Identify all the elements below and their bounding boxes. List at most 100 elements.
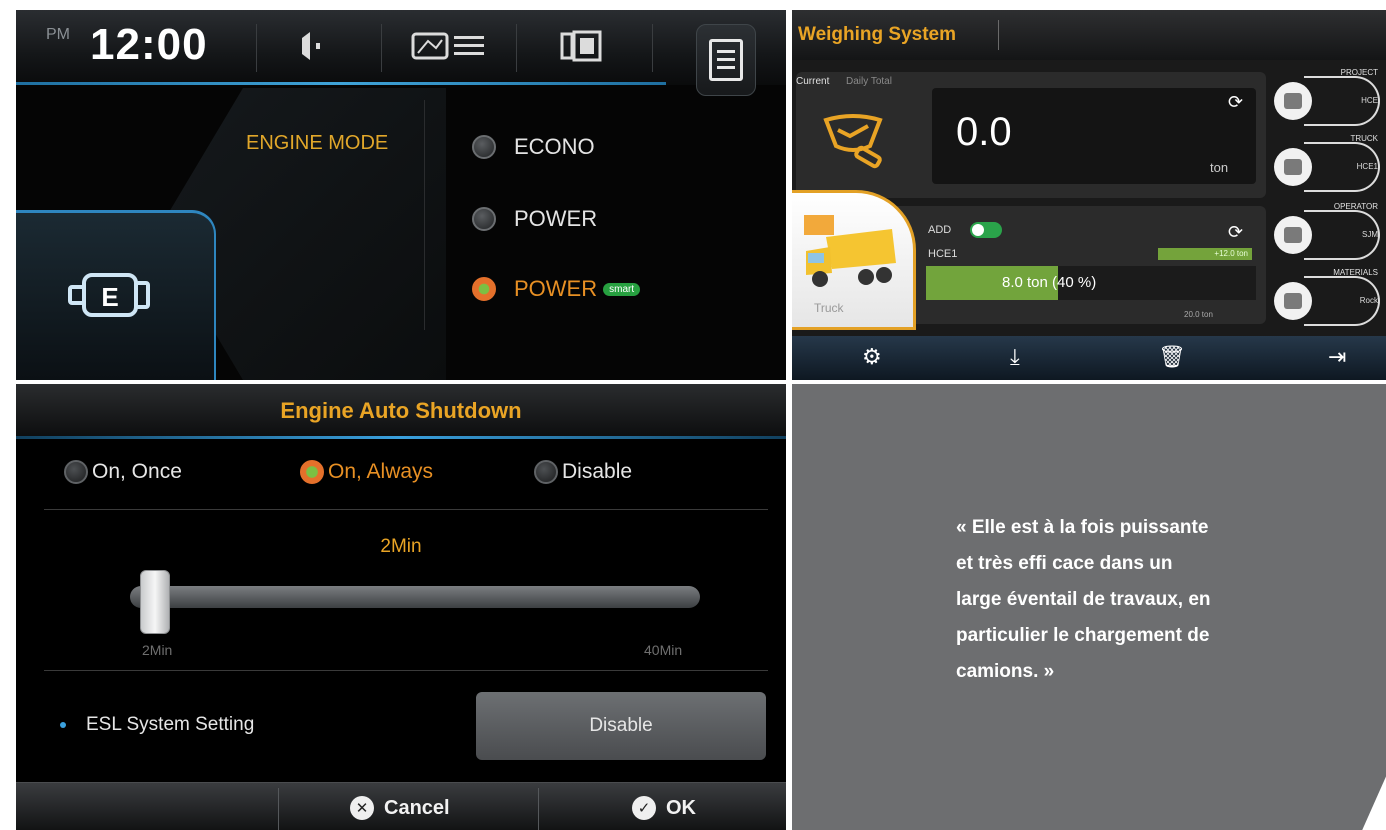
truck-tile[interactable]: Truck (792, 190, 916, 330)
trash-icon[interactable]: 🗑 (1158, 344, 1186, 370)
slider-max-label: 40Min (644, 642, 683, 658)
refresh-icon[interactable]: ⟳ (1228, 92, 1243, 113)
load-progress-text: 8.0 ton (40 %) (1002, 274, 1097, 291)
mode-option-label: ECONO (514, 134, 595, 159)
side-item-value: Rock (1359, 296, 1378, 305)
engine-icon: E (68, 273, 150, 317)
truck-id-label: HCE1 (928, 248, 958, 260)
load-max-label: 20.0 ton (1184, 310, 1213, 319)
check-icon: ✓ (632, 796, 656, 820)
cancel-button[interactable]: ✕ Cancel (350, 796, 450, 820)
engine-tile[interactable]: E (16, 210, 216, 380)
cancel-label: Cancel (384, 796, 450, 819)
option-disable[interactable]: Disable (534, 460, 632, 484)
top-bar-accent (16, 82, 666, 85)
engine-mode-screen: PM 12:00 E ENGINE MODE ECONO POWER POWER… (16, 10, 786, 380)
option-on-always[interactable]: On, Always (300, 460, 433, 484)
weighing-system-screen: Weighing System Current Daily Total 0.0 … (792, 10, 1386, 380)
toolbar-divider (381, 24, 382, 72)
option-on-once[interactable]: On, Once (64, 460, 182, 484)
ok-button[interactable]: ✓ OK (632, 796, 696, 820)
target-remaining-tag: +12.0 ton (1158, 248, 1252, 260)
split-screen-icon[interactable] (560, 26, 604, 77)
radio-icon (472, 135, 496, 159)
screen-title: Weighing System (798, 24, 957, 45)
toolbar-divider (256, 24, 257, 72)
esl-setting-label: ESL System Setting (86, 714, 255, 735)
quote-line: large éventail de travaux, en (956, 589, 1211, 610)
slider-value: 2Min (380, 536, 422, 557)
speaker-icon[interactable] (298, 26, 328, 77)
smart-badge: smart (603, 282, 641, 296)
menu-button[interactable] (696, 24, 756, 96)
clock: 12:00 (90, 20, 208, 69)
header-accent (16, 436, 786, 439)
gear-icon[interactable]: ⚙ (862, 344, 882, 370)
add-label: ADD (928, 224, 952, 236)
exit-icon[interactable]: ⇥ (1328, 344, 1346, 370)
radio-icon (472, 207, 496, 231)
option-label: On, Once (92, 460, 182, 483)
slider-thumb[interactable] (140, 570, 170, 634)
header-divider (998, 20, 999, 50)
vertical-divider (424, 100, 425, 330)
radio-icon (534, 460, 558, 484)
divider (44, 509, 768, 510)
quote-line: « Elle est à la fois puissante (956, 517, 1209, 538)
close-icon: ✕ (350, 796, 374, 820)
display-settings-icon[interactable] (410, 26, 496, 77)
dump-truck-icon (804, 215, 896, 287)
radio-icon (64, 460, 88, 484)
engine-mode-label: ENGINE MODE (246, 132, 389, 154)
tab-current[interactable]: Current (796, 76, 829, 87)
side-item-operator[interactable]: OPERATOR SJM (1270, 202, 1386, 264)
radio-selected-icon (300, 460, 324, 484)
bottom-divider (538, 788, 539, 830)
esl-disable-button[interactable]: Disable (476, 692, 766, 760)
rock-icon (1274, 282, 1312, 320)
document-icon (709, 39, 743, 81)
mode-option-label: POWER (514, 276, 598, 301)
side-item-value: HCE1 (1356, 162, 1378, 171)
toolbar-divider (652, 24, 653, 72)
divider (44, 670, 768, 671)
tab-daily-total[interactable]: Daily Total (846, 76, 892, 87)
add-toggle[interactable] (970, 222, 1002, 238)
side-item-value: SJM (1362, 230, 1378, 239)
quote-line: particulier le chargement de (956, 625, 1210, 646)
truck-tile-label: Truck (814, 301, 844, 315)
mode-option-label: POWER (514, 206, 598, 231)
current-weight-unit: ton (1210, 160, 1229, 175)
refresh-icon[interactable]: ⟳ (1228, 222, 1243, 243)
side-item-value: HCE (1361, 96, 1378, 105)
truck-icon (1274, 148, 1312, 186)
option-label: Disable (562, 460, 633, 483)
mode-option-power-smart[interactable]: POWER smart (472, 274, 641, 304)
mode-option-econo[interactable]: ECONO (472, 132, 595, 162)
radio-selected-icon (472, 277, 496, 301)
ok-label: OK (666, 796, 696, 819)
ampm-label: PM (46, 26, 70, 43)
side-item-truck[interactable]: TRUCK HCE1 (1270, 134, 1386, 196)
folder-icon (1274, 82, 1312, 120)
quote-text: « Elle est à la fois puissante et très e… (956, 510, 1336, 690)
bullet-icon (60, 722, 66, 728)
quote-line: et très effi cace dans un (956, 553, 1173, 574)
current-weight-value: 0.0 (956, 110, 1012, 154)
option-label: On, Always (328, 460, 434, 483)
user-icon (1274, 216, 1312, 254)
slider-min-label: 2Min (142, 642, 173, 658)
screen-title: Engine Auto Shutdown (280, 398, 522, 423)
svg-text:E: E (101, 282, 118, 312)
bucket-scale-icon (823, 114, 883, 169)
quote-panel: « Elle est à la fois puissante et très e… (792, 384, 1386, 830)
auto-shutdown-screen: Engine Auto Shutdown On, Once On, Always… (16, 384, 786, 830)
quote-line: camions. » (956, 661, 1055, 682)
download-icon[interactable]: ⤓ (1010, 344, 1020, 370)
mode-option-power[interactable]: POWER (472, 204, 597, 234)
toolbar-divider (516, 24, 517, 72)
shutdown-time-slider[interactable] (130, 586, 700, 608)
side-item-materials[interactable]: MATERIALS Rock (1270, 268, 1386, 330)
bottom-divider (278, 788, 279, 830)
side-item-project[interactable]: PROJECT HCE (1270, 68, 1386, 130)
